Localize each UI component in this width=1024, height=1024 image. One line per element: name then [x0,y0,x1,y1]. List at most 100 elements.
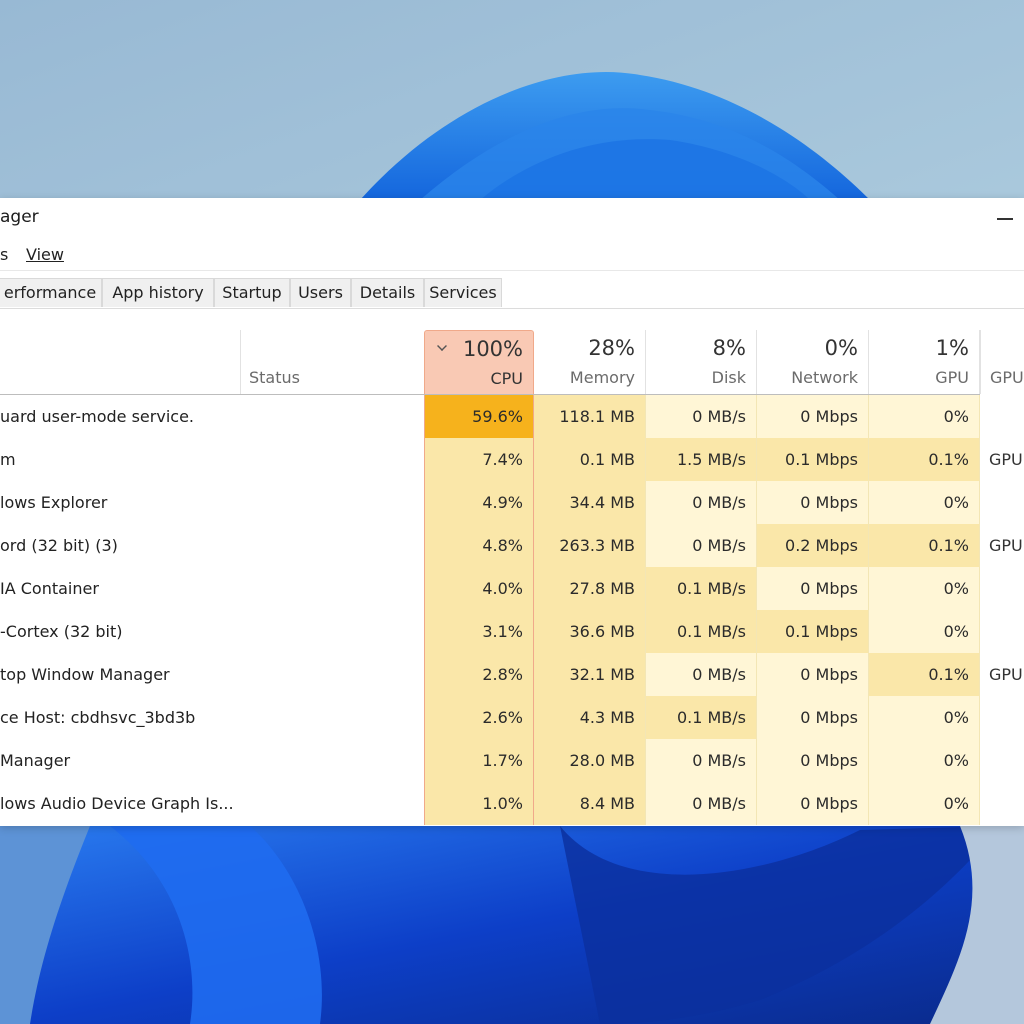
network-total: 0% [824,336,858,360]
process-name: -Cortex (32 bit) [0,622,123,641]
cpu-cell: 1.0% [424,782,534,825]
cpu-cell: 4.8% [424,524,534,567]
cpu-cell: 3.1% [424,610,534,653]
status-header-label: Status [249,368,300,387]
memory-cell: 4.3 MB [534,696,646,739]
gpu-cell: 0% [869,395,980,438]
gpu-cell: 0.1% [869,524,980,567]
disk-cell: 0 MB/s [646,395,757,438]
gpu-engine-cell: GPU [989,450,1023,469]
menu-options[interactable]: s [0,245,8,264]
column-header-memory[interactable]: 28% Memory [534,330,646,394]
disk-cell: 0.1 MB/s [646,567,757,610]
cpu-cell: 2.8% [424,653,534,696]
disk-total: 8% [712,336,746,360]
disk-cell: 0 MB/s [646,653,757,696]
memory-cell: 263.3 MB [534,524,646,567]
cpu-total: 100% [462,337,523,361]
tab-performance[interactable]: erformance [0,278,102,307]
memory-cell: 8.4 MB [534,782,646,825]
process-name: m [0,450,16,469]
process-row[interactable]: ce Host: cbdhsvc_3bd3b 2.6% 4.3 MB 0.1 MB/s… [0,696,1024,739]
disk-label: Disk [711,368,746,387]
tab-users[interactable]: Users [290,278,351,307]
gpu-cell: 0% [869,481,980,524]
memory-cell: 34.4 MB [534,481,646,524]
cpu-label: CPU [490,369,523,388]
memory-cell: 32.1 MB [534,653,646,696]
memory-cell: 0.1 MB [534,438,646,481]
process-row[interactable]: m 7.4% 0.1 MB 1.5 MB/s 0.1 Mbps 0.1% GPU [0,438,1024,481]
process-name: IA Container [0,579,99,598]
task-manager-window: ager s View erformance App history Start… [0,198,1024,826]
gpu-engine-header-label: GPU [990,368,1024,387]
network-cell: 0 Mbps [757,653,869,696]
title-bar: ager [0,198,1024,238]
network-cell: 0 Mbps [757,696,869,739]
cpu-cell: 59.6% [424,395,534,438]
gpu-cell: 0% [869,610,980,653]
disk-cell: 1.5 MB/s [646,438,757,481]
menu-view[interactable]: View [26,245,64,264]
menu-view-label: View [26,245,64,264]
gpu-cell: 0% [869,782,980,825]
memory-cell: 36.6 MB [534,610,646,653]
column-header-network[interactable]: 0% Network [757,330,869,394]
column-header-gpu[interactable]: 1% GPU [869,330,980,394]
disk-cell: 0 MB/s [646,481,757,524]
column-header-cpu[interactable]: 100% CPU [424,330,534,394]
cpu-cell: 1.7% [424,739,534,782]
process-row[interactable]: lows Audio Device Graph Is... 1.0% 8.4 MB 0… [0,782,1024,825]
disk-cell: 0 MB/s [646,739,757,782]
process-row[interactable]: Manager 1.7% 28.0 MB 0 MB/s 0 Mbps 0% [0,739,1024,782]
process-name: ord (32 bit) (3) [0,536,118,555]
gpu-engine-cell: GPU [989,536,1023,555]
network-cell: 0 Mbps [757,739,869,782]
network-cell: 0.2 Mbps [757,524,869,567]
process-name: top Window Manager [0,665,170,684]
network-label: Network [791,368,858,387]
disk-cell: 0 MB/s [646,782,757,825]
process-name: lows Audio Device Graph Is... [0,794,234,813]
process-name: ce Host: cbdhsvc_3bd3b [0,708,196,727]
sort-descending-icon [437,341,447,351]
cpu-cell: 7.4% [424,438,534,481]
memory-cell: 118.1 MB [534,395,646,438]
column-header-gpu-engine[interactable]: GPU [980,330,1024,394]
tab-startup[interactable]: Startup [214,278,290,307]
memory-label: Memory [569,368,635,387]
process-row[interactable]: -Cortex (32 bit) 3.1% 36.6 MB 0.1 MB/s 0.1 M… [0,610,1024,653]
network-cell: 0.1 Mbps [757,610,869,653]
process-row[interactable]: IA Container 4.0% 27.8 MB 0.1 MB/s 0 Mbps 0% [0,567,1024,610]
network-cell: 0 Mbps [757,782,869,825]
network-cell: 0 Mbps [757,567,869,610]
disk-cell: 0 MB/s [646,524,757,567]
tab-bar: erformance App history Startup Users Det… [0,274,1024,309]
window-title: ager [0,207,39,227]
process-row[interactable]: ord (32 bit) (3) 4.8% 263.3 MB 0 MB/s 0.2 Mb… [0,524,1024,567]
network-cell: 0 Mbps [757,481,869,524]
network-cell: 0 Mbps [757,395,869,438]
process-name: uard user-mode service. [0,407,194,426]
process-row[interactable]: uard user-mode service. 59.6% 118.1 MB 0 MB… [0,395,1024,438]
disk-cell: 0.1 MB/s [646,696,757,739]
minimize-button[interactable] [986,204,1022,232]
gpu-cell: 0.1% [869,653,980,696]
gpu-cell: 0% [869,739,980,782]
tab-app-history[interactable]: App history [102,278,214,307]
tab-services[interactable]: Services [424,278,502,307]
gpu-engine-cell: GPU [989,665,1023,684]
memory-cell: 28.0 MB [534,739,646,782]
tab-details[interactable]: Details [351,278,424,307]
column-header-disk[interactable]: 8% Disk [646,330,757,394]
disk-cell: 0.1 MB/s [646,610,757,653]
cpu-cell: 2.6% [424,696,534,739]
process-row[interactable]: lows Explorer 4.9% 34.4 MB 0 MB/s 0 Mbps 0% [0,481,1024,524]
memory-cell: 27.8 MB [534,567,646,610]
cpu-cell: 4.9% [424,481,534,524]
process-row[interactable]: top Window Manager 2.8% 32.1 MB 0 MB/s 0 Mbp… [0,653,1024,696]
gpu-cell: 0% [869,696,980,739]
column-header-status[interactable]: Status [240,330,424,394]
memory-total: 28% [588,336,635,360]
network-cell: 0.1 Mbps [757,438,869,481]
